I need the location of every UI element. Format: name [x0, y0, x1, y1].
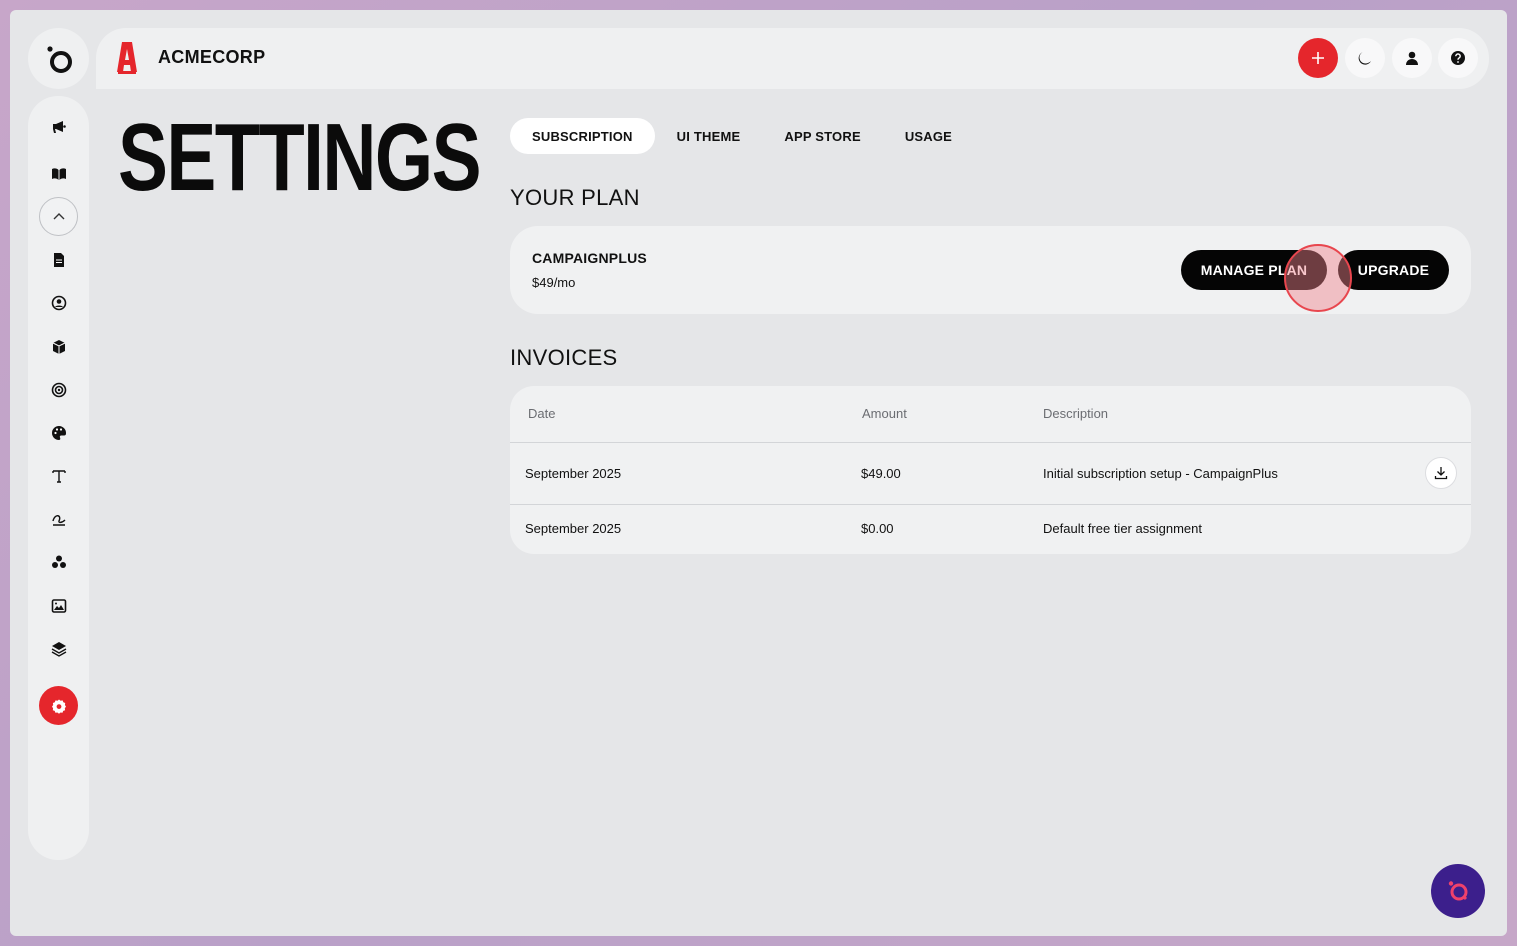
sidebar-item-documents[interactable]	[39, 240, 78, 279]
help-button[interactable]	[1438, 38, 1478, 78]
settings-tabs: SUBSCRIPTION UI THEME APP STORE USAGE	[510, 118, 974, 154]
target-icon	[51, 382, 66, 397]
invoice-description: Initial subscription setup - CampaignPlu…	[1043, 466, 1278, 481]
sidebar-item-signature[interactable]	[39, 499, 78, 538]
layers-icon	[51, 641, 66, 657]
click-indicator	[1284, 244, 1352, 312]
sidebar-item-campaigns[interactable]	[39, 107, 78, 146]
tab-usage[interactable]: USAGE	[883, 118, 974, 154]
divider	[510, 504, 1471, 505]
app-window: ACMECORP SETTINGS SUBSCRIPTION UI THEME …	[10, 10, 1507, 936]
book-icon	[51, 167, 66, 180]
invoices-table: Date Amount Description September 2025 $…	[510, 386, 1471, 554]
sidebar-item-typography[interactable]	[39, 456, 78, 495]
sidebar-item-palette[interactable]	[39, 413, 78, 452]
sidebar-item-groups[interactable]	[39, 542, 78, 581]
page-title: SETTINGS	[118, 104, 482, 211]
image-icon	[51, 598, 66, 613]
question-icon	[1451, 51, 1465, 65]
sidebar-item-settings[interactable]	[39, 686, 78, 725]
divider	[510, 442, 1471, 443]
sidebar-item-targets[interactable]	[39, 370, 78, 409]
brand-name: ACMECORP	[158, 47, 266, 67]
download-invoice-button[interactable]	[1425, 457, 1457, 489]
sidebar-item-library[interactable]	[39, 154, 78, 193]
invoice-date: September 2025	[525, 466, 622, 481]
tab-app-store[interactable]: APP STORE	[762, 118, 882, 154]
download-icon	[1434, 467, 1448, 480]
your-plan-heading: YOUR PLAN	[510, 185, 640, 210]
column-header-amount: Amount	[862, 406, 907, 421]
user-circle-icon	[51, 295, 66, 310]
invoice-description: Default free tier assignment	[1043, 521, 1202, 536]
cube-icon	[52, 339, 65, 354]
text-icon	[51, 469, 66, 483]
moon-icon	[1358, 52, 1371, 65]
invoice-date: September 2025	[525, 521, 622, 536]
palette-icon	[51, 425, 66, 440]
chat-button[interactable]	[1431, 864, 1485, 918]
plan-price: $49/mo	[532, 275, 576, 290]
signature-icon	[51, 514, 65, 526]
brand-logo	[117, 42, 137, 74]
upgrade-button[interactable]: UPGRADE	[1338, 250, 1449, 290]
app-logo[interactable]	[28, 28, 89, 89]
plan-name: CAMPAIGNPLUS	[532, 250, 647, 266]
invoices-heading: INVOICES	[510, 345, 618, 370]
sidebar-collapse-button[interactable]	[39, 197, 78, 236]
megaphone-icon	[52, 120, 66, 133]
dark-mode-button[interactable]	[1345, 38, 1385, 78]
chevron-up-icon	[53, 212, 64, 219]
document-icon	[53, 252, 64, 267]
sidebar-item-products[interactable]	[39, 327, 78, 366]
profile-button[interactable]	[1392, 38, 1432, 78]
chat-icon	[1448, 881, 1468, 901]
sidebar-item-contacts[interactable]	[39, 283, 78, 322]
plus-icon	[1312, 52, 1324, 64]
tab-subscription[interactable]: SUBSCRIPTION	[510, 118, 655, 154]
sidebar-item-layers[interactable]	[39, 629, 78, 668]
column-header-date: Date	[528, 406, 556, 421]
add-button[interactable]	[1298, 38, 1338, 78]
gear-icon	[51, 699, 66, 714]
sidebar	[28, 96, 89, 860]
invoice-amount: $0.00	[861, 521, 894, 536]
circles-icon	[51, 555, 66, 568]
top-header: ACMECORP	[96, 28, 1489, 89]
app-logo-icon	[46, 45, 72, 73]
invoice-amount: $49.00	[861, 466, 901, 481]
tab-ui-theme[interactable]: UI THEME	[655, 118, 763, 154]
column-header-description: Description	[1043, 406, 1109, 421]
user-icon	[1406, 51, 1418, 65]
sidebar-item-images[interactable]	[39, 586, 78, 625]
